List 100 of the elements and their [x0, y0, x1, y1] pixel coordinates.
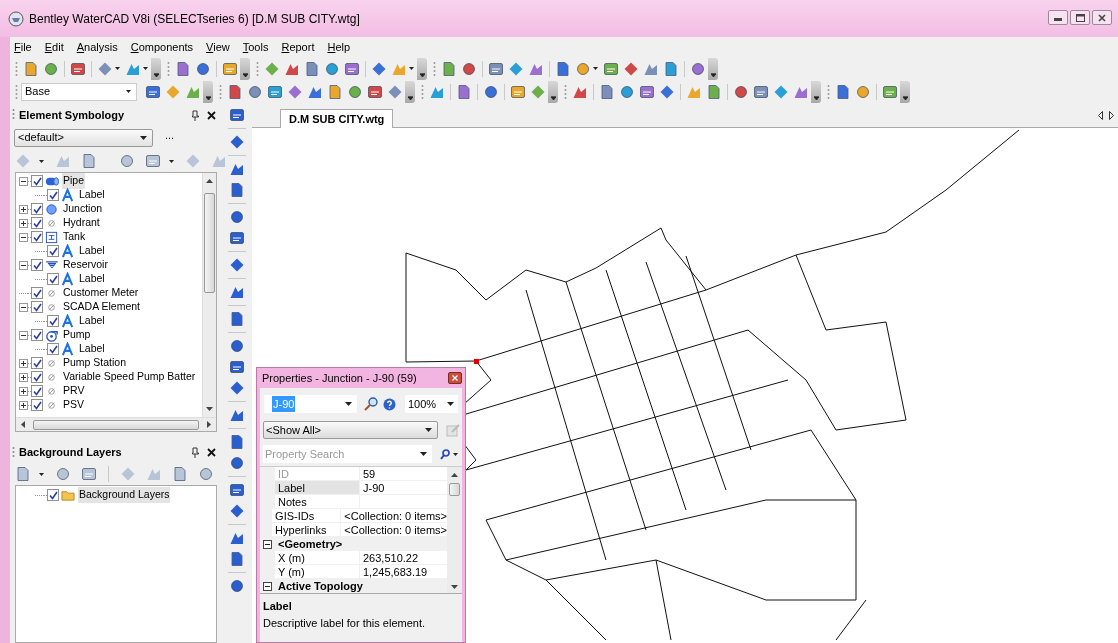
tree-item[interactable]: Label [78, 271, 106, 287]
caret-icon[interactable] [39, 472, 44, 476]
collapse-icon[interactable] [19, 176, 28, 186]
minimize-button[interactable] [1048, 10, 1068, 25]
property-name[interactable]: GIS-IDs [272, 509, 342, 522]
diamond-icon[interactable] [659, 83, 675, 100]
tree-item[interactable]: Label [78, 341, 106, 357]
checkbox[interactable] [31, 357, 43, 369]
caret-icon[interactable] [593, 67, 598, 70]
page-icon[interactable] [229, 551, 245, 567]
pin-icon[interactable] [191, 447, 199, 458]
page-icon[interactable] [229, 434, 245, 450]
page-icon[interactable] [663, 60, 679, 77]
window-icon[interactable] [488, 60, 504, 77]
page-icon[interactable] [599, 83, 615, 100]
restore-button[interactable] [1070, 10, 1090, 25]
toolbar-options-button[interactable] [405, 80, 415, 103]
toolbar-options-button[interactable] [417, 57, 427, 80]
tree-item[interactable]: Reservoir [62, 257, 109, 273]
dot-icon[interactable] [43, 60, 59, 77]
window-icon[interactable] [81, 466, 97, 482]
tree-item[interactable]: Variable Speed Pump Batter [62, 369, 197, 385]
page-icon[interactable] [229, 182, 245, 198]
peak-icon[interactable] [229, 161, 245, 177]
page-icon[interactable] [229, 311, 245, 327]
dot-icon[interactable] [324, 60, 340, 77]
tree-item[interactable]: PRV [62, 383, 86, 399]
grip-icon[interactable] [219, 84, 222, 99]
toolbar-options-button[interactable] [900, 80, 910, 103]
dot-icon[interactable] [229, 578, 245, 594]
property-name[interactable]: Y (m) [275, 565, 360, 578]
tree-item[interactable]: Hydrant [62, 215, 101, 231]
collapse-icon[interactable] [19, 232, 28, 242]
grip-icon[interactable] [12, 445, 15, 460]
checkbox[interactable] [47, 189, 59, 201]
vertical-scrollbar[interactable] [202, 173, 216, 417]
dot-icon[interactable] [229, 338, 245, 354]
filter-dropdown[interactable]: <Show All> [263, 421, 438, 439]
property-search-field[interactable]: Property Search [263, 445, 432, 463]
checkbox[interactable] [47, 343, 59, 355]
diamond-icon[interactable] [623, 60, 639, 77]
grip-icon[interactable] [15, 84, 18, 99]
window-icon[interactable] [344, 60, 360, 77]
tree-item[interactable]: Customer Meter [62, 285, 140, 301]
horizontal-scrollbar[interactable] [16, 417, 216, 431]
tree-item[interactable]: Label [78, 313, 106, 329]
property-value[interactable]: <Collection: 0 items> [341, 523, 447, 536]
grip-icon[interactable] [256, 61, 259, 76]
window-icon[interactable] [753, 83, 769, 100]
category-heading[interactable]: Active Topology [278, 577, 363, 593]
scroll-thumb[interactable] [33, 419, 199, 430]
scroll-left-icon[interactable] [21, 421, 25, 428]
checkbox[interactable] [47, 245, 59, 257]
diamond-icon[interactable] [773, 83, 789, 100]
checkbox[interactable] [31, 217, 43, 229]
menu-item[interactable]: Report [281, 38, 315, 56]
checkbox[interactable] [31, 399, 43, 411]
dot-icon[interactable] [198, 466, 214, 482]
checkbox[interactable] [47, 273, 59, 285]
expand-icon[interactable] [19, 204, 28, 214]
expand-icon[interactable] [19, 218, 28, 228]
property-value[interactable]: 263,510.22 [360, 551, 447, 564]
scroll-thumb[interactable] [449, 483, 460, 496]
scroll-right-icon[interactable] [1109, 111, 1114, 120]
property-name[interactable]: X (m) [275, 551, 360, 564]
window-icon[interactable] [367, 83, 383, 100]
grip-icon[interactable] [421, 84, 424, 99]
property-value[interactable]: 1,245,683.19 [360, 565, 447, 578]
toolbar-options-button[interactable] [203, 80, 213, 103]
toolbar-options-button[interactable] [708, 57, 718, 80]
page-icon[interactable] [456, 83, 472, 100]
dot-icon[interactable] [347, 83, 363, 100]
dot-icon[interactable] [461, 60, 477, 77]
peak-icon[interactable] [229, 530, 245, 546]
checkbox[interactable] [31, 301, 43, 313]
checkbox[interactable] [31, 231, 43, 243]
window-icon[interactable] [510, 83, 526, 100]
scroll-right-icon[interactable] [207, 421, 211, 428]
page-icon[interactable] [175, 60, 191, 77]
dot-icon[interactable] [575, 60, 591, 77]
tree-item[interactable]: Background Layers [78, 487, 171, 503]
collapse-icon[interactable] [263, 581, 272, 591]
peak-icon[interactable] [229, 284, 245, 300]
dot-icon[interactable] [483, 83, 499, 100]
window-icon[interactable] [882, 83, 898, 100]
window-icon[interactable] [639, 83, 655, 100]
property-name[interactable]: Label [275, 481, 360, 494]
grip-icon[interactable] [167, 61, 170, 76]
more-button[interactable]: ... [165, 127, 175, 144]
page-icon[interactable] [304, 60, 320, 77]
dot-icon[interactable] [247, 83, 263, 100]
scroll-up-icon[interactable] [451, 473, 458, 477]
toolbar-options-button[interactable] [811, 80, 821, 103]
close-icon[interactable] [207, 110, 216, 120]
scroll-left-icon[interactable] [1098, 111, 1103, 120]
tree-item[interactable]: Label [78, 187, 106, 203]
peak-icon[interactable] [229, 407, 245, 423]
dot-icon[interactable] [690, 60, 706, 77]
close-button[interactable] [448, 372, 462, 384]
dot-icon[interactable] [119, 153, 135, 169]
